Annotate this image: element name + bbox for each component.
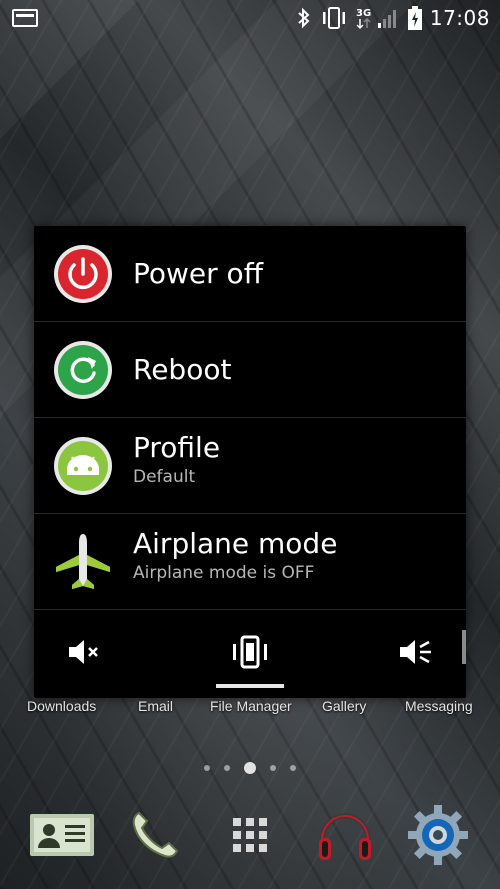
airplane-mode-status: Airplane mode is OFF	[133, 563, 315, 583]
android-icon	[52, 435, 114, 497]
settings-gear-icon[interactable]	[403, 800, 473, 870]
power-off-item[interactable]: Power off	[34, 226, 466, 322]
app-label-gallery[interactable]: Gallery	[322, 698, 366, 714]
reboot-icon	[52, 339, 114, 401]
app-label-downloads[interactable]: Downloads	[27, 698, 96, 714]
sound-mode-selector	[34, 610, 466, 698]
airplane-mode-item[interactable]: Airplane mode Airplane mode is OFF	[34, 514, 466, 610]
reboot-item[interactable]: Reboot	[34, 322, 466, 418]
selected-indicator	[216, 684, 284, 688]
page-indicator	[0, 758, 500, 778]
mute-icon	[67, 638, 101, 670]
power-icon	[52, 243, 114, 305]
app-drawer-icon[interactable]	[215, 800, 285, 870]
page-dot	[224, 765, 230, 771]
page-dot-active	[244, 762, 256, 774]
battery-charging-icon	[407, 6, 422, 30]
phone-icon[interactable]	[120, 800, 190, 870]
airplane-icon	[52, 531, 114, 593]
contacts-icon[interactable]	[27, 800, 97, 870]
sound-on-icon	[398, 638, 434, 670]
scroll-indicator	[462, 630, 466, 664]
power-off-label: Power off	[133, 257, 263, 290]
app-label-email[interactable]: Email	[138, 698, 173, 714]
status-bar: 3G 17:08	[0, 0, 500, 36]
page-dot	[270, 765, 276, 771]
reboot-label: Reboot	[133, 353, 232, 386]
music-headphones-icon[interactable]	[310, 800, 380, 870]
page-dot	[290, 765, 296, 771]
profile-value: Default	[133, 467, 196, 487]
app-label-file-manager[interactable]: File Manager	[210, 698, 292, 714]
clock: 17:08	[429, 6, 490, 30]
network-type-label: 3G	[356, 8, 371, 19]
page-dot	[204, 765, 210, 771]
dock	[0, 800, 500, 870]
home-app-labels: Downloads Email File Manager Gallery Mes…	[0, 698, 500, 722]
mute-button[interactable]	[34, 610, 134, 698]
airplane-mode-label: Airplane mode	[133, 527, 338, 560]
profile-label: Profile	[133, 431, 221, 464]
sound-on-button[interactable]	[366, 610, 466, 698]
power-menu-dialog: Power off Reboot Profile Default Airplan…	[34, 226, 466, 698]
app-label-messaging[interactable]: Messaging	[405, 698, 473, 714]
vibrate-icon	[320, 7, 348, 29]
bluetooth-icon	[296, 7, 312, 29]
vibrate-icon	[230, 635, 270, 673]
signal-icon: 3G	[356, 6, 400, 30]
profile-item[interactable]: Profile Default	[34, 418, 466, 514]
notification-icon[interactable]	[12, 9, 38, 27]
